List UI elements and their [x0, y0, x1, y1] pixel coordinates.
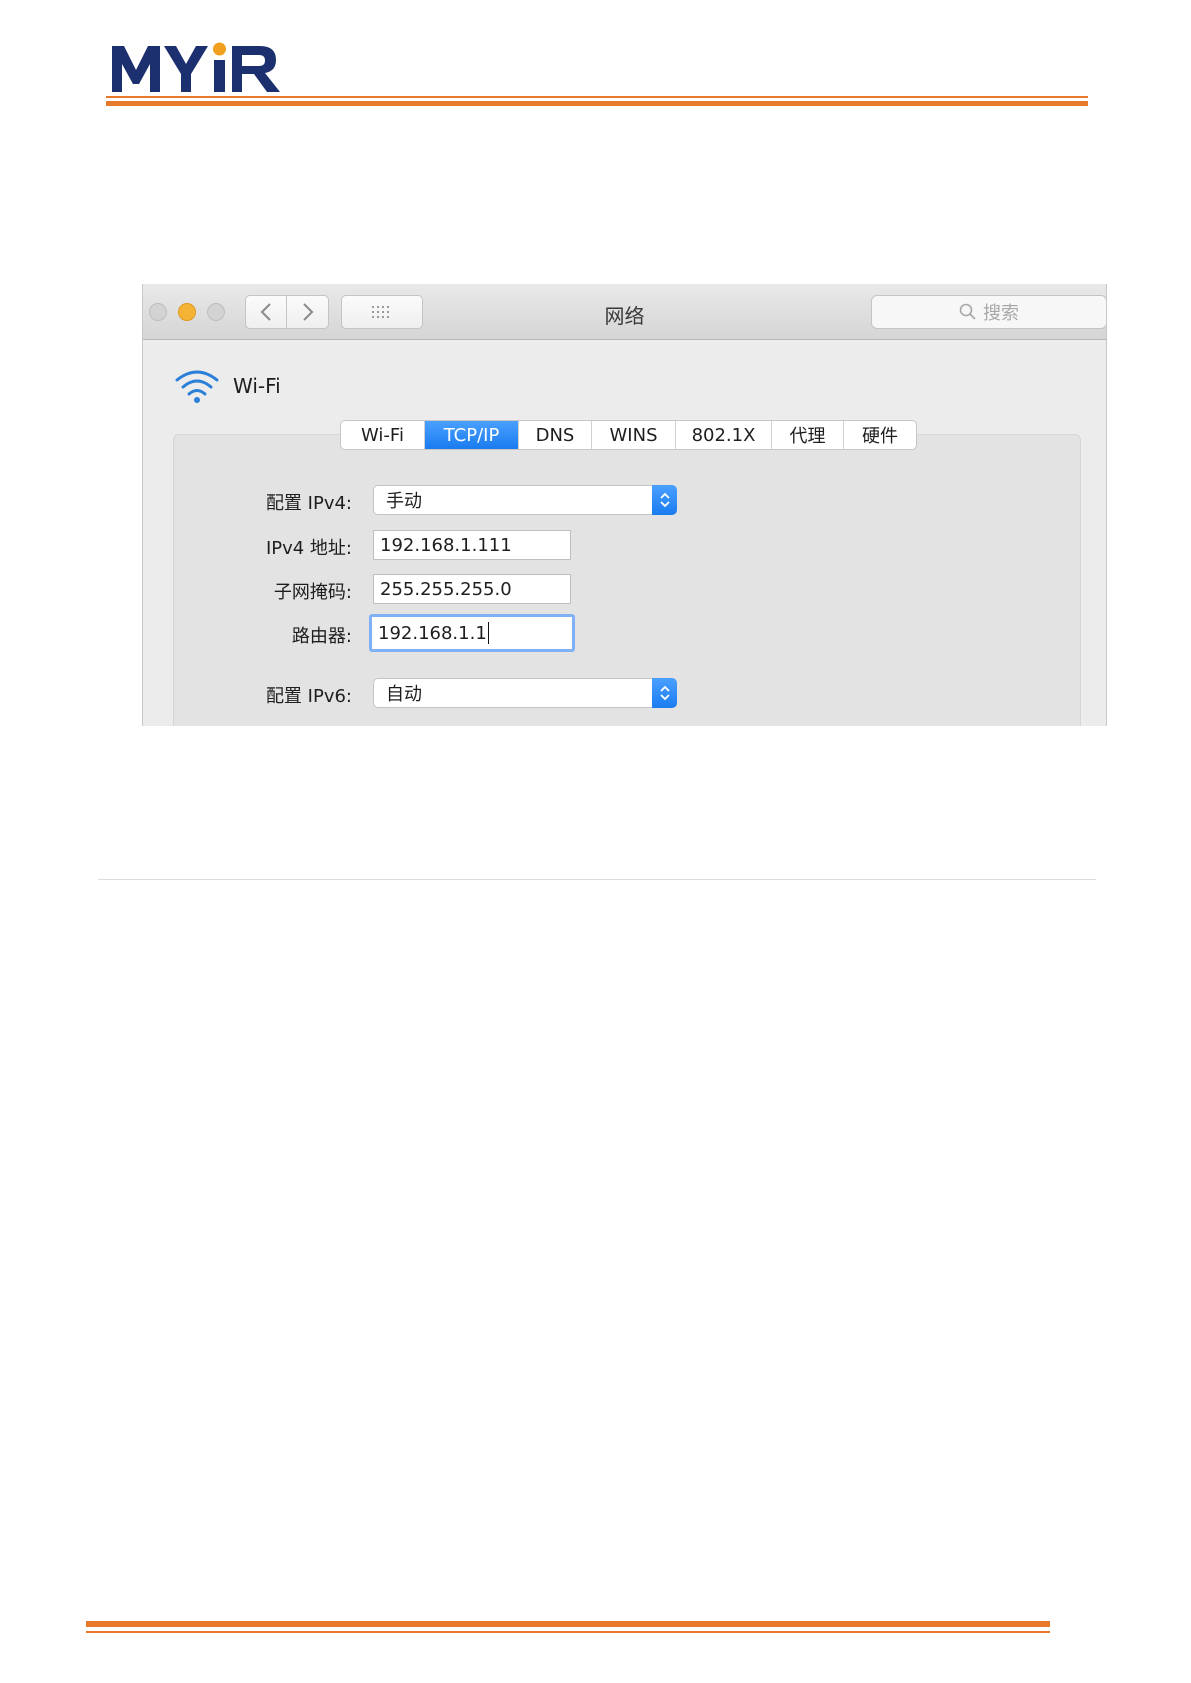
text-caret — [487, 622, 490, 644]
myir-logo — [112, 42, 280, 92]
ipv4-address-label: IPv4 地址: — [265, 538, 352, 559]
popup-stepper — [652, 678, 677, 708]
header-rule — [106, 96, 1088, 106]
window-titlebar: 网络 搜索 — [143, 284, 1106, 340]
network-preferences-window: 网络 搜索 Wi-Fi Wi-Fi TCP/IP DNS WINS 802.1X… — [142, 284, 1107, 726]
wifi-icon — [175, 370, 219, 403]
ipv4-address-value: 192.168.1.111 — [380, 534, 512, 556]
section-divider — [98, 879, 1096, 880]
tab-proxies[interactable]: 代理 — [771, 421, 843, 449]
configure-ipv6-popup[interactable]: 自动 — [373, 678, 677, 708]
search-placeholder: 搜索 — [983, 303, 1019, 324]
tab-wifi[interactable]: Wi-Fi — [341, 421, 424, 449]
ipv4-address-field[interactable]: 192.168.1.111 — [373, 530, 571, 560]
service-header: Wi-Fi — [173, 368, 281, 404]
tab-8021x[interactable]: 802.1X — [675, 421, 771, 449]
configure-ipv4-popup[interactable]: 手动 — [373, 485, 677, 515]
subnet-mask-value: 255.255.255.0 — [380, 578, 512, 600]
router-label: 路由器: — [291, 626, 352, 647]
subnet-mask-field[interactable]: 255.255.255.0 — [373, 574, 571, 604]
tab-tcpip[interactable]: TCP/IP — [424, 421, 518, 449]
configure-ipv4-value: 手动 — [386, 491, 422, 512]
configure-ipv6-value: 自动 — [386, 684, 422, 705]
magnifier-icon — [959, 303, 976, 320]
tab-hardware[interactable]: 硬件 — [843, 421, 916, 449]
configure-ipv6-label: 配置 IPv6: — [265, 686, 352, 707]
tab-wins[interactable]: WINS — [591, 421, 675, 449]
tab-bar: Wi-Fi TCP/IP DNS WINS 802.1X 代理 硬件 — [340, 420, 917, 450]
configure-ipv4-label: 配置 IPv4: — [265, 493, 352, 514]
search-field[interactable]: 搜索 — [871, 295, 1106, 329]
subnet-mask-label: 子网掩码: — [273, 582, 352, 603]
router-value: 192.168.1.1 — [378, 622, 487, 644]
popup-stepper — [652, 485, 677, 515]
chevron-up-down-icon — [659, 492, 670, 508]
chevron-up-down-icon — [659, 685, 670, 701]
footer-rule — [86, 1621, 1050, 1633]
tab-dns[interactable]: DNS — [518, 421, 591, 449]
service-name: Wi-Fi — [233, 374, 281, 398]
router-field[interactable]: 192.168.1.1 — [369, 614, 575, 652]
